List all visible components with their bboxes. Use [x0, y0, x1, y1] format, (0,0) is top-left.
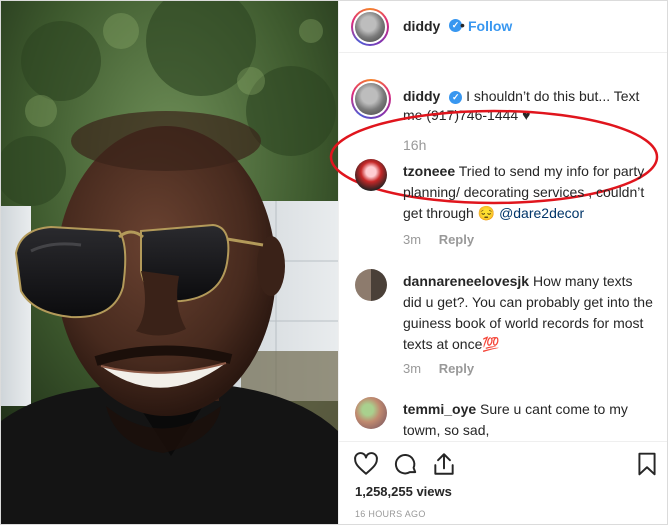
post-date[interactable]: 16 HOURS AGO — [355, 509, 426, 519]
post-caption: diddy ✓ I shouldn’t do this but... Text … — [329, 61, 667, 205]
comment-mention-link[interactable]: @dare2decor — [499, 205, 584, 221]
follow-button[interactable]: Follow — [468, 18, 512, 34]
commenter-avatar[interactable] — [355, 397, 387, 429]
header-separator: • — [460, 17, 465, 33]
reply-button[interactable]: Reply — [439, 232, 474, 247]
comment-bubble-icon[interactable] — [393, 451, 419, 477]
post-actions: 1,258,255 views 16 HOURS AGO — [339, 441, 667, 524]
comment-emoji: 😔 — [477, 205, 496, 221]
comment-username[interactable]: dannareneelovesjk — [403, 273, 529, 289]
verified-badge-icon: ✓ — [449, 90, 463, 104]
comment-meta: 3m Reply — [403, 361, 474, 376]
heart-outline-icon[interactable] — [353, 451, 379, 477]
post-header: diddy ✓ • Follow — [339, 1, 667, 53]
bookmark-icon[interactable] — [634, 451, 660, 477]
comment-timestamp[interactable]: 3m — [403, 232, 421, 247]
commenter-avatar[interactable] — [355, 269, 387, 301]
comment-meta: 3m Reply — [403, 232, 474, 247]
reply-button[interactable]: Reply — [439, 361, 474, 376]
comment-emoji: 💯 — [482, 336, 500, 352]
post-photo[interactable] — [1, 1, 338, 524]
comment-body: tzoneee Tried to send my info for party … — [403, 161, 655, 224]
author-username[interactable]: diddy — [403, 18, 440, 34]
selfie-photo — [1, 1, 338, 524]
view-count[interactable]: 1,258,255 views — [355, 484, 452, 499]
post-side-panel: diddy ✓ • Follow diddy ✓ I shouldn’t do … — [329, 1, 667, 524]
comment-timestamp[interactable]: 3m — [403, 361, 421, 376]
comment-username[interactable]: tzoneee — [403, 163, 455, 179]
instagram-post: diddy ✓ • Follow diddy ✓ I shouldn’t do … — [0, 0, 668, 525]
comment-body: dannareneelovesjk How many texts did u g… — [403, 271, 655, 355]
commenter-avatar[interactable] — [355, 159, 387, 191]
author-avatar[interactable] — [351, 8, 389, 46]
caption-username[interactable]: diddy — [403, 88, 440, 104]
comment-username[interactable]: temmi_oye — [403, 401, 476, 417]
share-plane-icon[interactable] — [431, 451, 457, 477]
